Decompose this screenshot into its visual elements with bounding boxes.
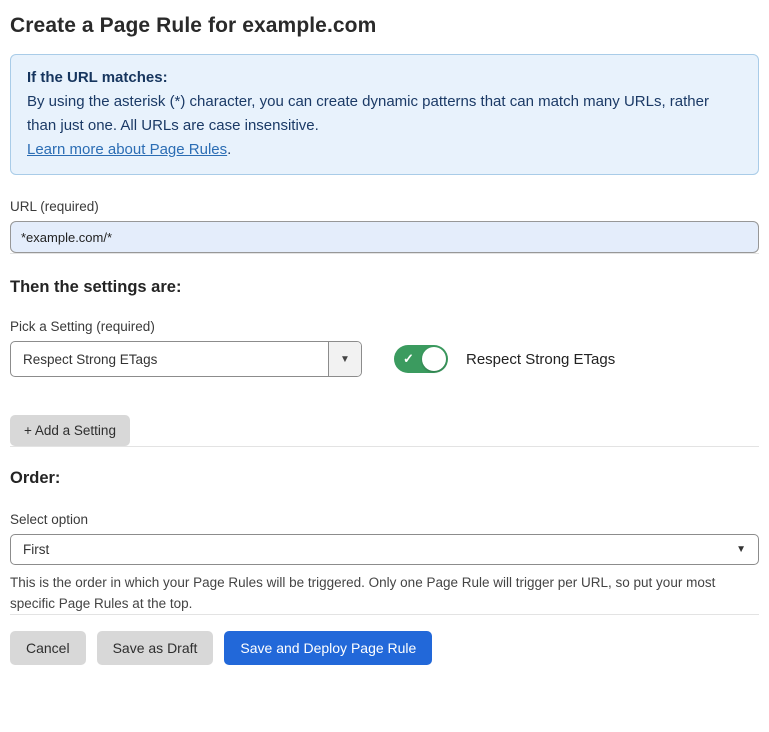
url-match-info-box: If the URL matches: By using the asteris… [10,54,759,175]
chevron-down-icon: ▼ [736,544,746,555]
setting-row: Respect Strong ETags ▼ ✓ Respect Strong … [10,341,759,377]
cancel-button[interactable]: Cancel [10,631,86,665]
setting-select-value: Respect Strong ETags [11,342,328,376]
divider [10,614,759,615]
settings-section-heading: Then the settings are: [10,278,759,297]
save-draft-button[interactable]: Save as Draft [97,631,214,665]
order-select[interactable]: First ▼ [10,534,759,565]
url-input[interactable] [10,221,759,253]
page-rule-form: Create a Page Rule for example.com If th… [0,14,769,665]
order-select-value: First [23,542,736,557]
check-icon: ✓ [403,350,414,368]
link-suffix: . [227,141,231,158]
order-section-heading: Order: [10,469,759,488]
learn-more-link[interactable]: Learn more about Page Rules [27,141,227,158]
setting-select[interactable]: Respect Strong ETags ▼ [10,341,362,377]
toggle-knob [422,347,446,371]
footer-actions: Cancel Save as Draft Save and Deploy Pag… [10,631,759,665]
order-help-text: This is the order in which your Page Rul… [10,572,750,614]
etags-toggle[interactable]: ✓ [394,345,448,373]
chevron-down-icon[interactable]: ▼ [328,342,361,376]
page-title: Create a Page Rule for example.com [10,14,759,38]
divider [10,446,759,447]
order-select-label: Select option [10,512,759,527]
save-deploy-button[interactable]: Save and Deploy Page Rule [224,631,432,665]
url-label: URL (required) [10,199,759,214]
add-setting-button[interactable]: + Add a Setting [10,415,130,446]
pick-setting-label: Pick a Setting (required) [10,319,759,334]
info-box-body: By using the asterisk (*) character, you… [27,90,742,138]
info-box-heading: If the URL matches: [27,66,742,90]
divider [10,253,759,254]
etags-toggle-label: Respect Strong ETags [466,351,615,368]
info-box-link-line: Learn more about Page Rules. [27,138,742,162]
